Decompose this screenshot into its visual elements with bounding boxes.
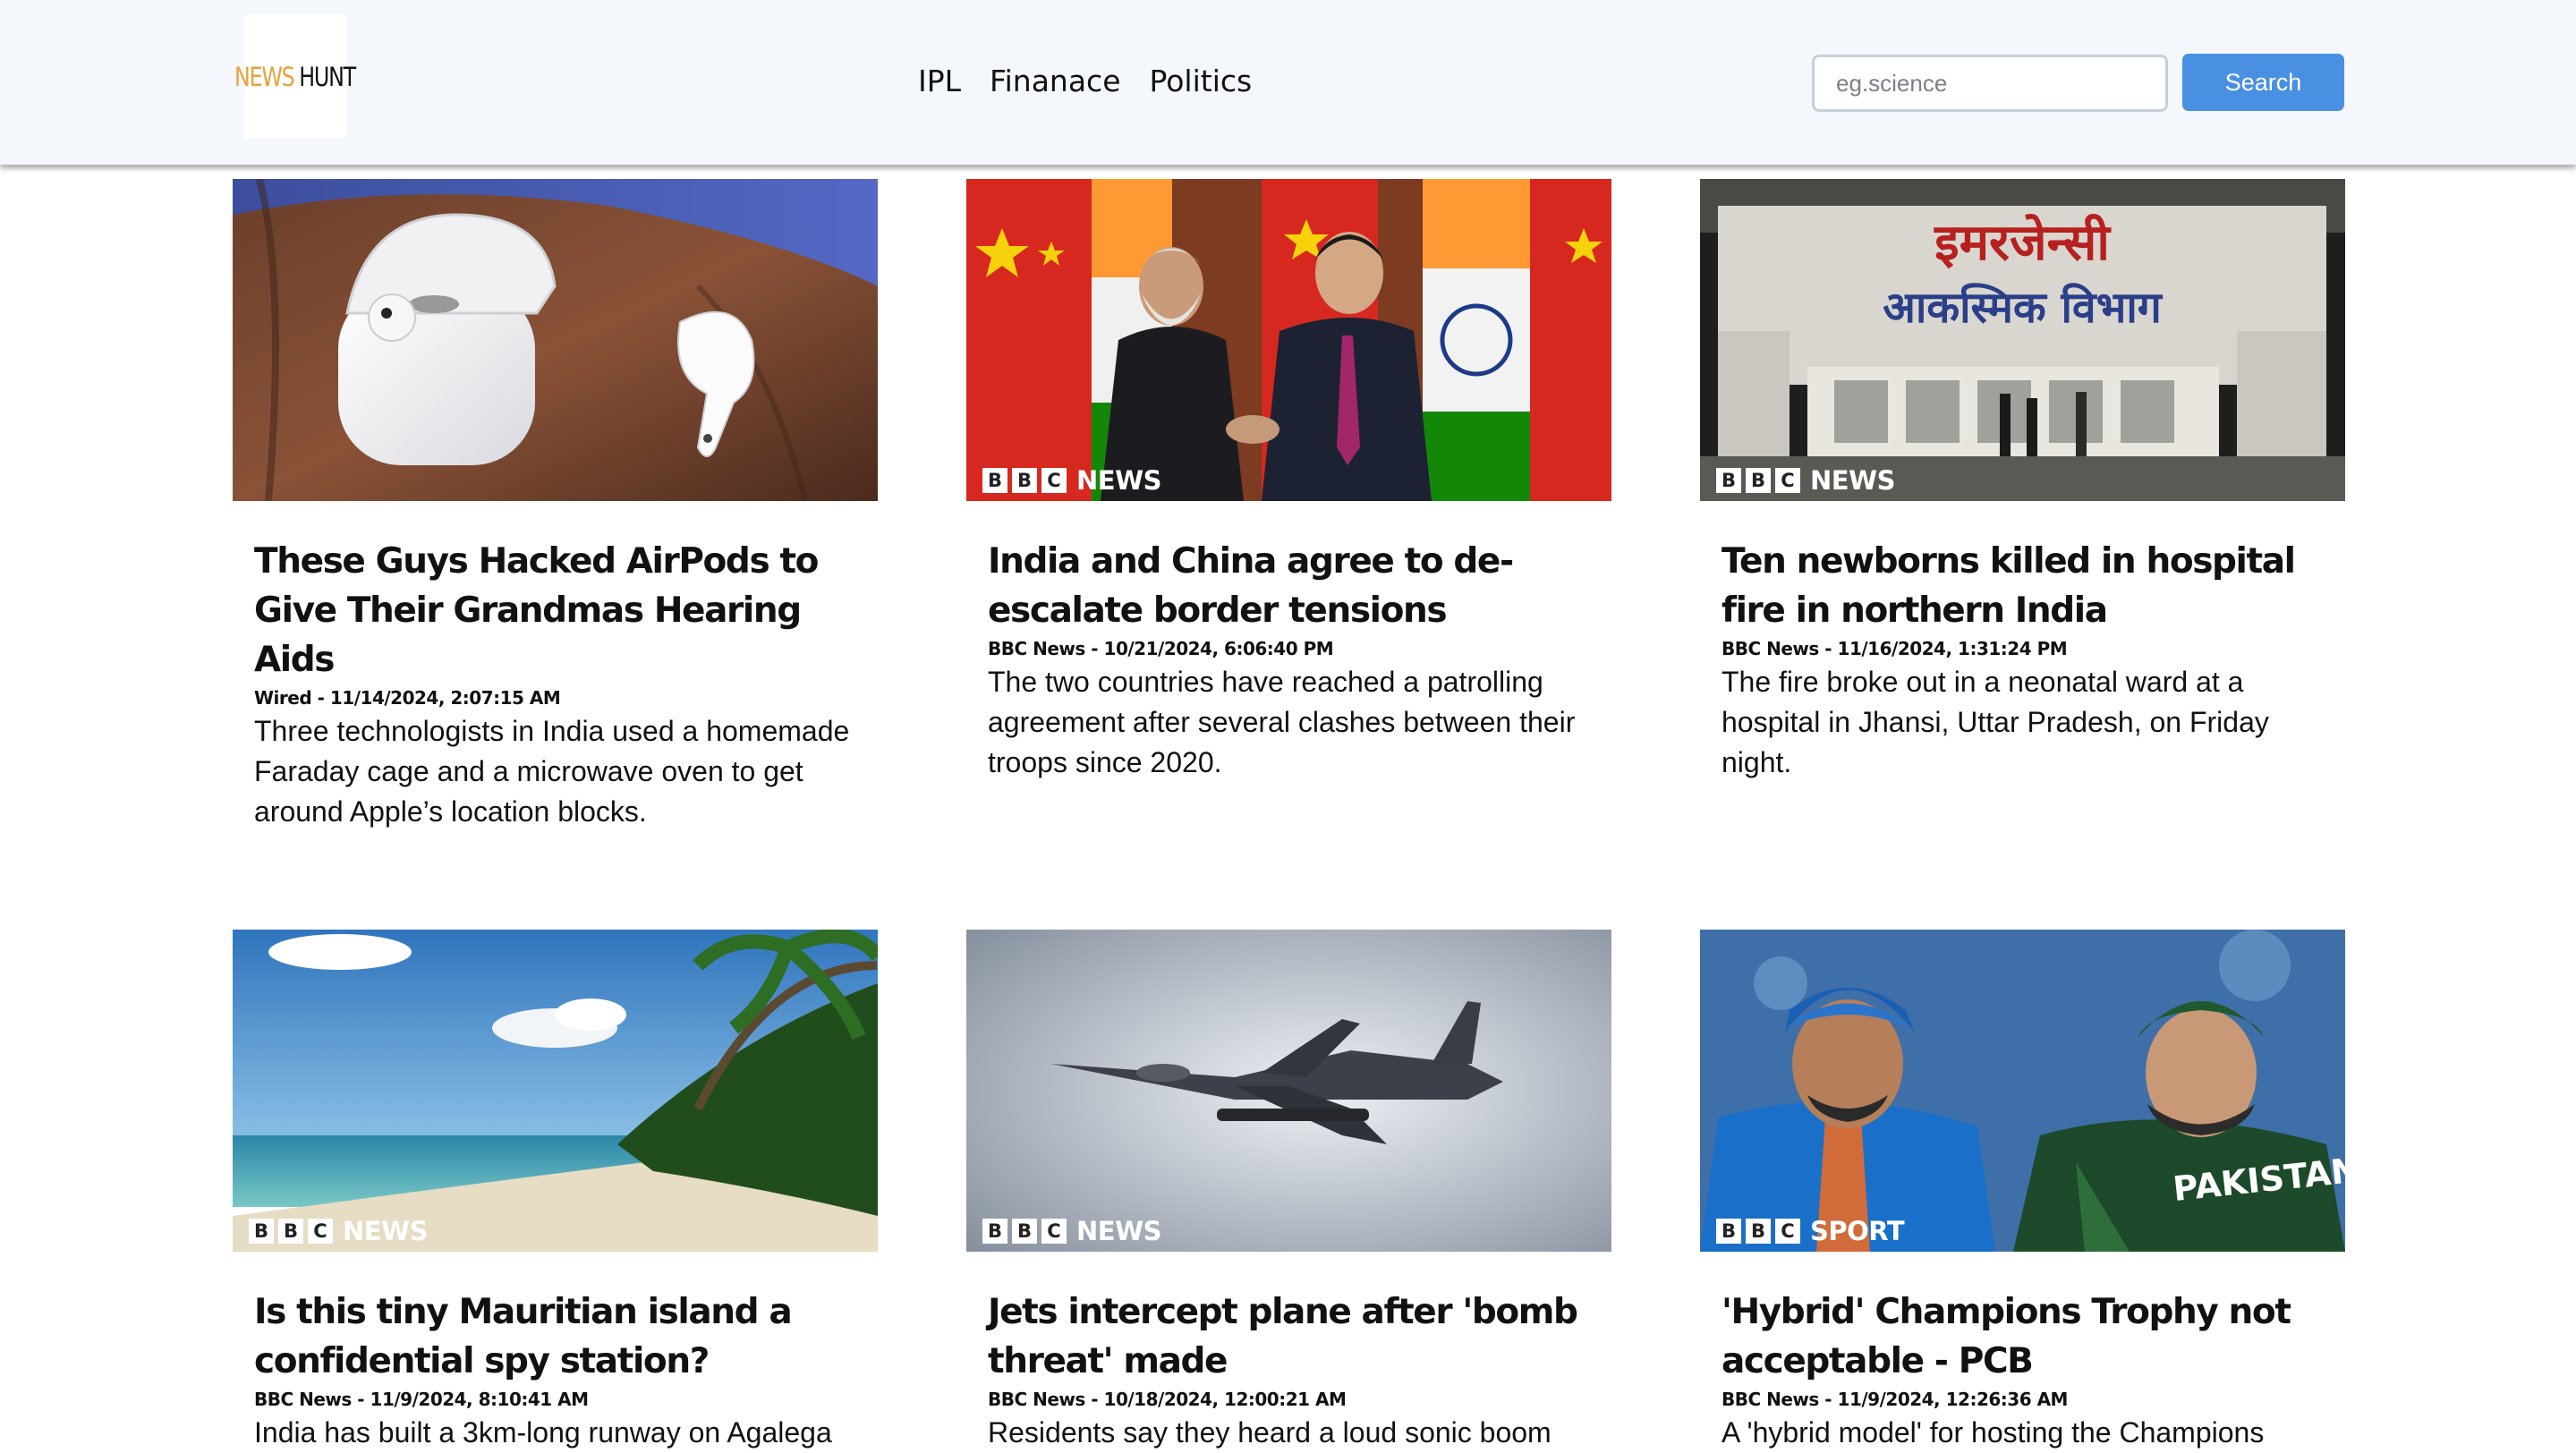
article-title[interactable]: India and China agree to de-escalate bor…: [988, 537, 1590, 635]
article-description: Residents say they heard a loud sonic bo…: [988, 1416, 1552, 1449]
search-button[interactable]: Search: [2182, 54, 2344, 111]
article-title[interactable]: Is this tiny Mauritian island a confiden…: [254, 1287, 856, 1386]
article-meta: BBC News - 10/18/2024, 12:00:21 AM: [988, 1389, 1347, 1410]
article-meta: BBC News - 11/9/2024, 8:10:41 AM: [254, 1389, 589, 1410]
article-body: Ten newborns killed in hospital fire in …: [1700, 501, 2345, 783]
article-description: The two countries have reached a patroll…: [988, 666, 1576, 778]
top-navbar: NEWSHUNT IPL Finanace Politics Search: [0, 0, 2576, 165]
bbc-news-badge: B B C NEWS: [982, 460, 1161, 501]
article-image-hospital[interactable]: इमरजेन्सी आकस्मिक विभाग B B C NEWS: [1700, 179, 2345, 501]
article-image-airpods[interactable]: [233, 179, 878, 501]
article-image-jet[interactable]: B B C NEWS: [966, 930, 1611, 1252]
bbc-news-badge: B B C NEWS: [1716, 460, 1895, 501]
article-image-india-china[interactable]: B B C NEWS: [966, 179, 1611, 501]
article-body: India and China agree to de-escalate bor…: [966, 501, 1611, 783]
article-card[interactable]: These Guys Hacked AirPods to Give Their …: [233, 179, 878, 832]
article-card[interactable]: B B C NEWS India and China agree to de-e…: [966, 179, 1611, 783]
article-meta: BBC News - 11/9/2024, 12:26:36 AM: [1722, 1389, 2068, 1410]
article-card[interactable]: B B C NEWS Is this tiny Mauritian island…: [233, 930, 878, 1453]
article-body: 'Hybrid' Champions Trophy not acceptable…: [1700, 1252, 2345, 1453]
search-input[interactable]: [1812, 55, 2168, 112]
article-description: The fire broke out in a neonatal ward at…: [1722, 666, 2269, 778]
nav-link-finance[interactable]: Finanace: [990, 61, 1120, 102]
article-meta: Wired - 11/14/2024, 2:07:15 AM: [254, 687, 561, 709]
logo-text-hunt: HUNT: [299, 61, 356, 92]
article-meta: BBC News - 10/21/2024, 6:06:40 PM: [988, 638, 1334, 659]
nav-link-politics[interactable]: Politics: [1150, 61, 1253, 102]
article-body: Jets intercept plane after 'bomb threat'…: [966, 1252, 1611, 1453]
bbc-news-badge: B B C NEWS: [249, 1211, 428, 1252]
category-nav: IPL Finanace Politics: [918, 61, 1252, 102]
article-title[interactable]: Jets intercept plane after 'bomb threat'…: [988, 1287, 1590, 1386]
article-card[interactable]: B B C NEWS Jets intercept plane after 'b…: [966, 930, 1611, 1453]
article-image-cricket[interactable]: PAKISTAN B B C SPORT: [1700, 930, 2345, 1252]
logo-text-news: NEWS: [234, 61, 295, 92]
article-title[interactable]: Ten newborns killed in hospital fire in …: [1722, 537, 2324, 635]
article-description: A 'hybrid model' for hosting the Champio…: [1722, 1416, 2265, 1449]
article-image-island[interactable]: B B C NEWS: [233, 930, 878, 1252]
news-hunt-logo[interactable]: NEWS HUNT: [234, 14, 356, 139]
article-card[interactable]: इमरजेन्सी आकस्मिक विभाग B B C NEWS Ten n…: [1700, 179, 2345, 783]
article-title[interactable]: 'Hybrid' Champions Trophy not acceptable…: [1722, 1287, 2324, 1386]
article-body: Is this tiny Mauritian island a confiden…: [233, 1252, 878, 1453]
bbc-sport-badge: B B C SPORT: [1716, 1211, 1905, 1252]
article-description: Three technologists in India used a home…: [254, 715, 850, 828]
svg-text:आकस्मिक विभाग: आकस्मिक विभाग: [1883, 283, 2164, 333]
svg-text:इमरजेन्सी: इमरजेन्सी: [1934, 213, 2112, 272]
article-meta: BBC News - 11/16/2024, 1:31:24 PM: [1722, 638, 2068, 659]
article-body: These Guys Hacked AirPods to Give Their …: [233, 501, 878, 832]
nav-link-ipl[interactable]: IPL: [918, 61, 961, 102]
article-card[interactable]: PAKISTAN B B C SPORT 'Hybrid' Champions …: [1700, 930, 2345, 1453]
bbc-news-badge: B B C NEWS: [982, 1211, 1161, 1252]
article-description: India has built a 3km-long runway on Aga…: [254, 1416, 832, 1449]
article-title[interactable]: These Guys Hacked AirPods to Give Their …: [254, 537, 856, 684]
